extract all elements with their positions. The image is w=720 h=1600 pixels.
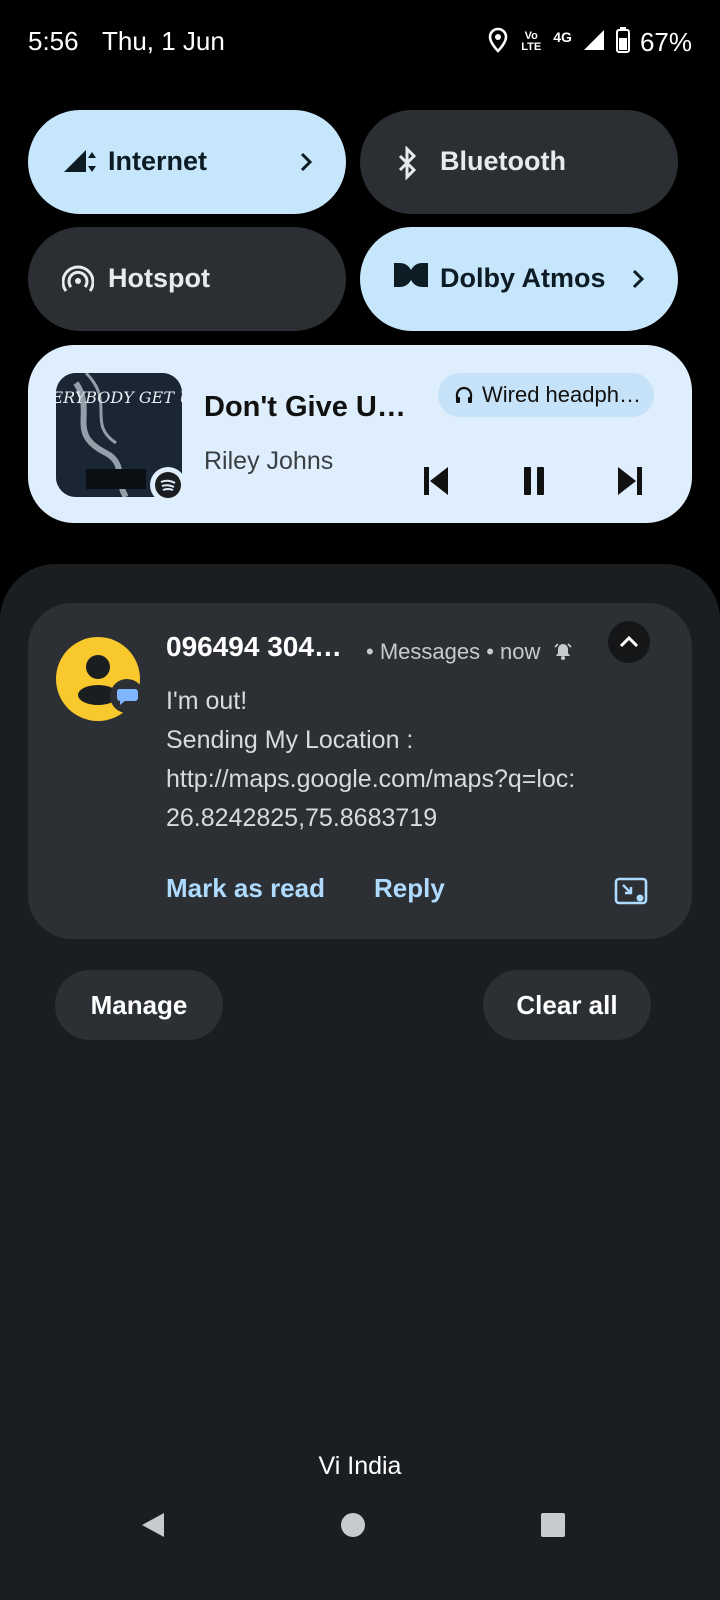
media-player[interactable]: EVERYBODY GET UP! Don't Give U… Riley Jo…: [28, 345, 692, 523]
spotify-badge: [150, 467, 186, 503]
message-notification[interactable]: 096494 304… • Messages • now I'm out! Se…: [28, 603, 692, 939]
recents-icon: [541, 1513, 565, 1537]
manage-button[interactable]: Manage: [55, 970, 223, 1040]
tile-bluetooth[interactable]: Bluetooth: [360, 110, 678, 214]
previous-icon: [424, 467, 448, 495]
notification-sender: 096494 304…: [166, 631, 342, 662]
spotify-icon: [155, 472, 181, 498]
carrier-label: Vi India: [318, 1452, 402, 1480]
media-output-label: Wired headph…: [482, 382, 641, 407]
chevron-up-icon: [619, 635, 639, 648]
tile-label: Bluetooth: [440, 146, 566, 176]
status-icons: Vo LTE 4G 67%: [487, 26, 692, 58]
bluetooth-icon: [394, 145, 426, 181]
notification-meta: • Messages • now: [366, 639, 573, 667]
previous-button[interactable]: [418, 463, 454, 499]
notification-meta-text: • Messages • now: [366, 639, 541, 664]
tile-label: Hotspot: [108, 263, 210, 293]
tile-hotspot[interactable]: Hotspot: [28, 227, 346, 331]
media-artist: Riley Johns: [204, 447, 334, 475]
status-bar: 5:56 Thu, 1 Jun Vo LTE 4G 67%: [0, 0, 720, 86]
tile-label: Internet: [108, 146, 208, 176]
tile-label: Dolby Atmos: [440, 263, 606, 293]
clear-all-button[interactable]: Clear all: [483, 970, 651, 1040]
signal-data-icon: [62, 146, 96, 178]
messages-badge: [110, 679, 144, 713]
status-time: 5:56: [28, 26, 79, 56]
hotspot-icon: [61, 263, 95, 295]
notification-body-line[interactable]: http://maps.google.com/maps?q=loc:: [166, 765, 575, 794]
home-button[interactable]: [338, 1510, 368, 1540]
pause-button[interactable]: [516, 463, 552, 499]
battery-icon: [615, 26, 630, 58]
volte-icon: Vo LTE: [519, 31, 543, 53]
recents-button[interactable]: [538, 1510, 568, 1540]
reply-button[interactable]: Reply: [374, 873, 445, 904]
back-button[interactable]: [138, 1510, 168, 1540]
bubble-button[interactable]: [613, 873, 649, 909]
status-date: Thu, 1 Jun: [102, 26, 225, 56]
pause-icon: [524, 467, 544, 495]
signal-icon: [582, 28, 606, 57]
alert-bell-icon: [553, 641, 573, 667]
media-title: Don't Give U…: [204, 391, 406, 423]
next-icon: [618, 467, 642, 495]
next-button[interactable]: [612, 463, 648, 499]
back-icon: [142, 1513, 164, 1537]
tile-internet[interactable]: Internet: [28, 110, 346, 214]
chevron-right-icon: [630, 265, 648, 293]
notification-body-line: Sending My Location :: [166, 726, 414, 754]
notification-body-line: I'm out!: [166, 687, 248, 715]
tile-dolby-atmos[interactable]: Dolby Atmos: [360, 227, 678, 331]
headphones-icon: [454, 385, 474, 410]
chat-icon: [116, 689, 138, 705]
media-output-chip[interactable]: Wired headph…: [438, 373, 654, 417]
location-icon: [487, 27, 509, 58]
collapse-button[interactable]: [608, 621, 650, 663]
album-art-text: EVERYBODY GET UP!: [56, 388, 182, 407]
bubble-icon: [614, 877, 648, 905]
notification-body-line: 26.8242825,75.8683719: [166, 804, 438, 832]
volte-bottom: LTE: [521, 41, 542, 53]
chevron-right-icon: [298, 148, 316, 176]
home-icon: [341, 1513, 365, 1537]
dolby-icon: [394, 263, 428, 295]
mark-as-read-button[interactable]: Mark as read: [166, 873, 325, 904]
battery-percent: 67%: [639, 26, 692, 57]
network-type: 4G: [553, 29, 572, 45]
